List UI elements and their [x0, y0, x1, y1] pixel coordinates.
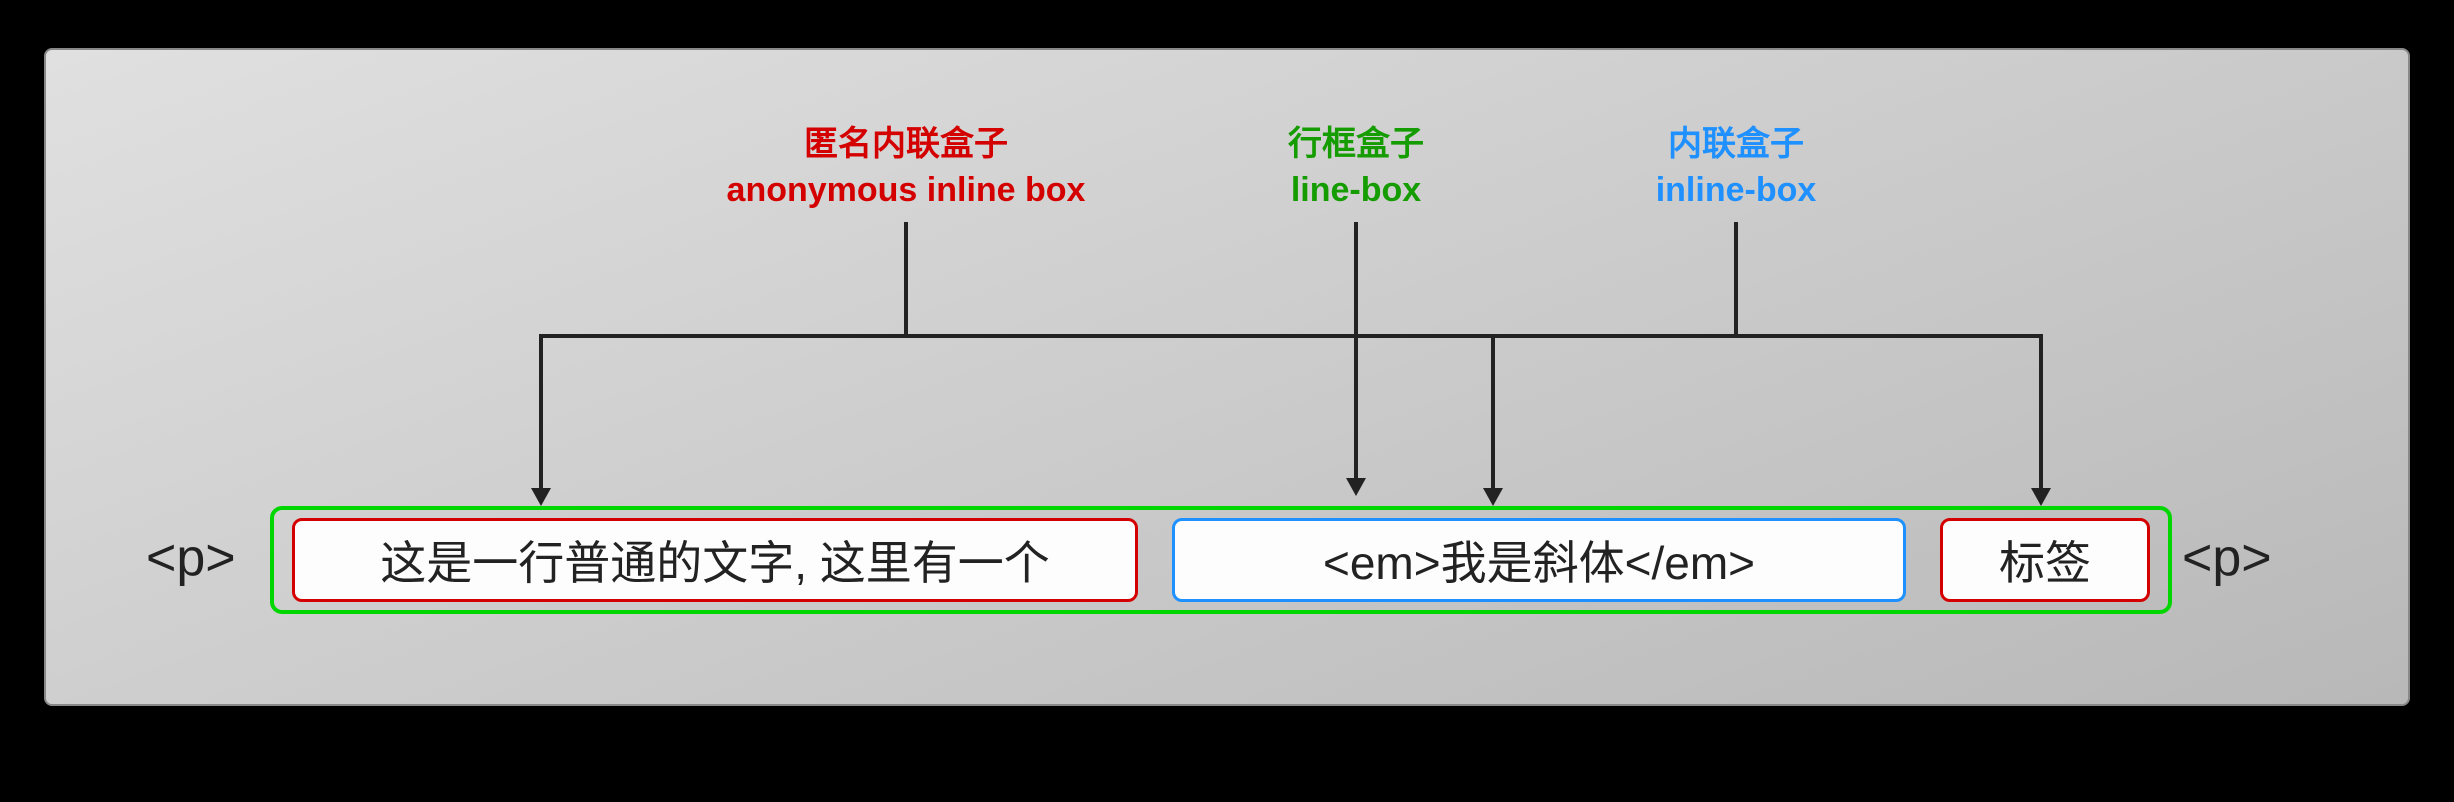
label-inlinebox-en: inline-box: [1616, 168, 1856, 214]
anon1-text: 这是一行普通的文字, 这里有一个: [380, 527, 1050, 593]
label-inline-box: 内联盒子 inline-box: [1616, 122, 1856, 214]
anonymous-inline-box-1: 这是一行普通的文字, 这里有一个: [292, 518, 1138, 602]
em-text: <em>我是斜体</em>: [1323, 527, 1755, 593]
anon2-text: 标签: [1999, 527, 2091, 593]
arrow-stem-inlinebox: [1734, 222, 1738, 336]
arrow-drop-anon2: [2039, 334, 2043, 490]
label-anon-cn: 匿名内联盒子: [666, 122, 1146, 168]
label-linebox-cn: 行框盒子: [1246, 122, 1466, 168]
arrow-head-anon1: [531, 488, 551, 506]
inline-box-em: <em>我是斜体</em>: [1172, 518, 1906, 602]
arrow-head-inline: [1483, 488, 1503, 506]
anonymous-inline-box-2: 标签: [1940, 518, 2150, 602]
label-inlinebox-cn: 内联盒子: [1616, 122, 1856, 168]
arrow-drop-anon1: [539, 334, 543, 490]
arrow-head-linebox: [1346, 478, 1366, 496]
diagram-canvas: 匿名内联盒子 anonymous inline box 行框盒子 line-bo…: [44, 48, 2410, 706]
arrow-stem-linebox: [1354, 222, 1358, 480]
p-close-tag: <p>: [2182, 528, 2272, 588]
arrow-drop-inline: [1491, 334, 1495, 490]
arrow-horizontal-bar: [539, 334, 2043, 338]
arrow-stem-anon: [904, 222, 908, 336]
label-line-box: 行框盒子 line-box: [1246, 122, 1466, 214]
label-anonymous-inline-box: 匿名内联盒子 anonymous inline box: [666, 122, 1146, 214]
label-linebox-en: line-box: [1246, 168, 1466, 214]
label-anon-en: anonymous inline box: [666, 168, 1146, 214]
arrow-head-anon2: [2031, 488, 2051, 506]
p-open-tag: <p>: [146, 528, 236, 588]
